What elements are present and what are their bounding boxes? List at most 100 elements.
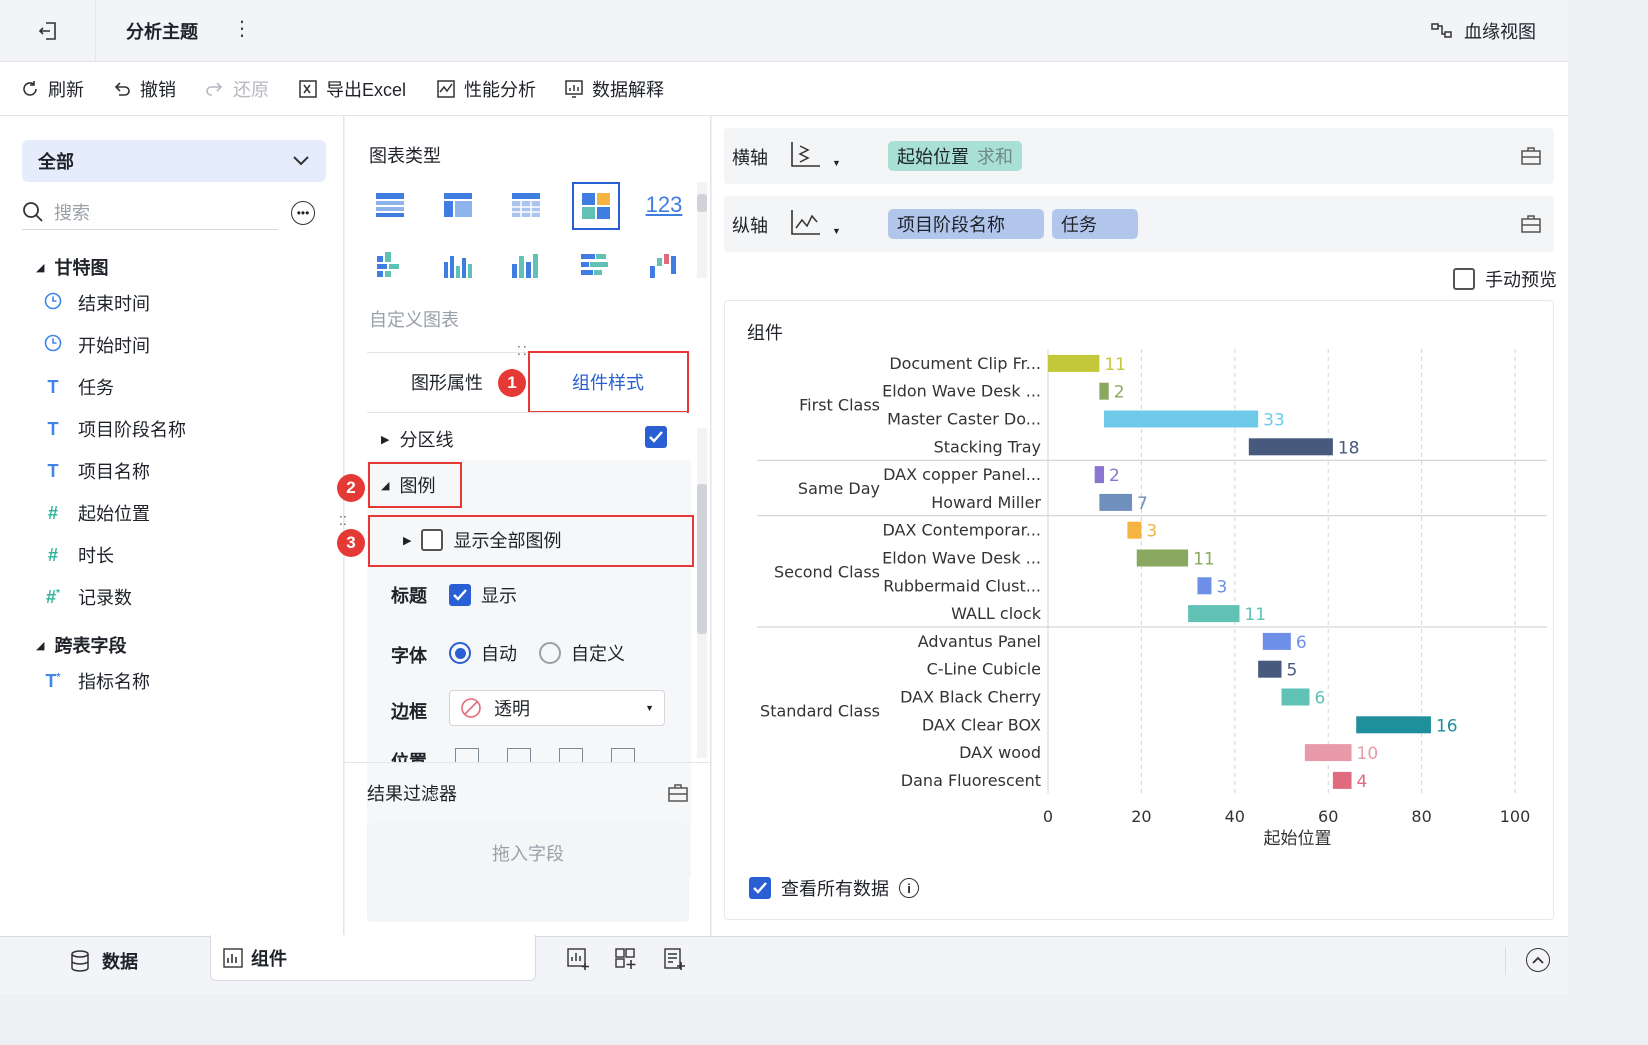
check-icon bbox=[753, 882, 767, 894]
border-select[interactable]: 透明 ▼ bbox=[449, 690, 665, 726]
chart-type-custom-selected[interactable] bbox=[572, 182, 620, 230]
collapse-up-button[interactable] bbox=[1526, 948, 1550, 972]
y-axis-chart-icon[interactable] bbox=[788, 208, 822, 238]
data-tab[interactable]: 数据 bbox=[70, 937, 138, 985]
position-option-icon[interactable] bbox=[559, 748, 583, 762]
x-axis-chart-icon[interactable] bbox=[788, 140, 822, 170]
info-icon[interactable]: i bbox=[899, 878, 919, 898]
chart-type-grouped-bar[interactable] bbox=[367, 242, 413, 288]
pill-field-name: 项目阶段名称 bbox=[897, 215, 1005, 235]
step-badge-2: 2 bbox=[337, 474, 365, 502]
bar-value-label: 3 bbox=[1216, 577, 1227, 597]
undo-button[interactable]: 撤销 bbox=[112, 62, 176, 116]
add-report-icon[interactable] bbox=[662, 947, 686, 971]
partition-line-row[interactable]: ▶ 分区线 bbox=[381, 426, 453, 452]
partition-line-checkbox[interactable] bbox=[645, 426, 667, 448]
export-excel-button[interactable]: 导出Excel bbox=[298, 62, 406, 116]
chart-type-table[interactable] bbox=[367, 182, 413, 228]
chart-type-crosstab[interactable] bbox=[435, 182, 481, 228]
font-custom-option[interactable]: 自定义 bbox=[539, 640, 625, 666]
field-item[interactable]: T 项目名称 bbox=[42, 458, 151, 484]
task-label: DAX Clear BOX bbox=[922, 715, 1041, 734]
field-search[interactable]: 搜索 bbox=[22, 194, 278, 230]
position-option-icon[interactable] bbox=[455, 748, 479, 762]
show-all-legend-row[interactable]: ▶ 显示全部图例 bbox=[403, 527, 561, 553]
position-option-icon[interactable] bbox=[507, 748, 531, 762]
field-item[interactable]: # 时长 bbox=[42, 542, 114, 568]
style-scrollbar[interactable] bbox=[697, 428, 707, 758]
manual-preview-option[interactable]: 手动预览 bbox=[1453, 266, 1557, 292]
view-all-data-checkbox[interactable] bbox=[749, 877, 771, 899]
font-auto-option[interactable]: 自动 bbox=[449, 640, 517, 666]
chart-type-multi-column[interactable] bbox=[503, 242, 549, 288]
exit-button[interactable] bbox=[0, 0, 96, 62]
tree-group-gantt[interactable]: ◢ 甘特图 bbox=[36, 254, 108, 280]
field-item[interactable]: 结束时间 bbox=[42, 290, 150, 316]
step-badge-1: 1 bbox=[498, 369, 526, 397]
bar-value-label: 16 bbox=[1436, 716, 1458, 736]
more-menu-icon[interactable]: ⋮ bbox=[232, 16, 252, 41]
y-axis-field-pill[interactable]: 任务 bbox=[1052, 209, 1138, 239]
lineage-view-button[interactable]: 血缘视图 bbox=[1430, 18, 1536, 44]
redo-button[interactable]: 还原 bbox=[205, 62, 269, 116]
chart-type-waterfall[interactable] bbox=[641, 242, 687, 288]
field-label: 结束时间 bbox=[78, 294, 150, 314]
position-options[interactable] bbox=[455, 748, 635, 762]
tree-group-cross-table[interactable]: ◢ 跨表字段 bbox=[36, 632, 126, 658]
chart-type-detail-table[interactable] bbox=[503, 182, 549, 228]
filter-drop-zone[interactable]: 拖入字段 bbox=[367, 822, 689, 922]
component-tab-active[interactable]: 组件 bbox=[210, 935, 536, 981]
font-auto-radio[interactable] bbox=[449, 642, 471, 664]
bar-value-label: 11 bbox=[1193, 550, 1215, 570]
field-item[interactable]: # 起始位置 bbox=[42, 500, 150, 526]
caret-down-icon[interactable]: ▼ bbox=[832, 158, 841, 168]
field-item[interactable]: T 任务 bbox=[42, 374, 115, 400]
x-axis-field-pill[interactable]: 起始位置 求和 bbox=[888, 141, 1022, 171]
manual-preview-checkbox[interactable] bbox=[1453, 268, 1475, 290]
bar-value-label: 2 bbox=[1109, 466, 1120, 486]
bar-value-label: 10 bbox=[1357, 744, 1379, 764]
pill-field-name: 起始位置 bbox=[897, 147, 969, 167]
font-custom-radio[interactable] bbox=[539, 642, 561, 664]
tree-group-label: 跨表字段 bbox=[54, 636, 127, 656]
view-all-data-option[interactable]: 查看所有数据 i bbox=[749, 875, 919, 901]
field-item[interactable]: T 项目阶段名称 bbox=[42, 416, 187, 442]
table-select[interactable]: 全部 bbox=[22, 140, 326, 182]
gantt-chart: Document Clip Fr... 11 Eldon Wave Desk ...… bbox=[757, 349, 1547, 849]
data-explain-button[interactable]: 数据解释 bbox=[564, 62, 664, 116]
field-item[interactable]: 开始时间 bbox=[42, 332, 150, 358]
x-axis-row: 横轴 ▼ 起始位置 求和 bbox=[724, 128, 1554, 184]
show-all-legend-checkbox[interactable] bbox=[421, 529, 444, 551]
show-all-legend-label: 显示全部图例 bbox=[453, 531, 562, 551]
search-input[interactable]: 搜索 bbox=[54, 199, 90, 225]
field-item[interactable]: T* 指标名称 bbox=[42, 668, 150, 694]
chart-type-kpi[interactable]: 123 bbox=[641, 182, 687, 228]
refresh-button[interactable]: 刷新 bbox=[20, 62, 84, 116]
add-chart-icon[interactable] bbox=[566, 947, 590, 971]
tree-group-label: 甘特图 bbox=[54, 258, 109, 278]
x-tick-label: 0 bbox=[1043, 807, 1053, 826]
stacked-bar-icon bbox=[581, 254, 608, 275]
gantt-bar bbox=[1197, 577, 1212, 595]
text-field-icon: T bbox=[47, 376, 59, 397]
more-options-icon[interactable]: ••• bbox=[291, 201, 315, 225]
x-tick-label: 60 bbox=[1318, 807, 1338, 826]
y-axis-field-pill[interactable]: 项目阶段名称 bbox=[888, 209, 1044, 239]
chart-type-stacked-bar[interactable] bbox=[572, 242, 618, 288]
y-axis-settings-icon[interactable] bbox=[1520, 213, 1542, 235]
drag-handle-icon[interactable]: ⁚⁚ bbox=[339, 514, 347, 528]
add-dashboard-icon[interactable] bbox=[614, 947, 638, 971]
caret-down-icon[interactable]: ▼ bbox=[832, 226, 841, 236]
filter-settings-icon[interactable] bbox=[667, 782, 689, 804]
field-item[interactable]: #* 记录数 bbox=[42, 584, 132, 610]
title-show-checkbox[interactable] bbox=[449, 584, 471, 606]
x-axis-settings-icon[interactable] bbox=[1520, 145, 1542, 167]
gantt-bar bbox=[1356, 716, 1431, 734]
custom-chart-label[interactable]: 自定义图表 bbox=[369, 306, 459, 332]
position-option-icon[interactable] bbox=[611, 748, 635, 762]
chart-type-column[interactable] bbox=[435, 242, 481, 288]
performance-analysis-button[interactable]: 性能分析 bbox=[436, 62, 536, 116]
title-show-option[interactable]: 显示 bbox=[449, 582, 517, 608]
chart-type-scrollbar[interactable] bbox=[697, 182, 707, 278]
chevron-down-icon bbox=[293, 156, 309, 166]
